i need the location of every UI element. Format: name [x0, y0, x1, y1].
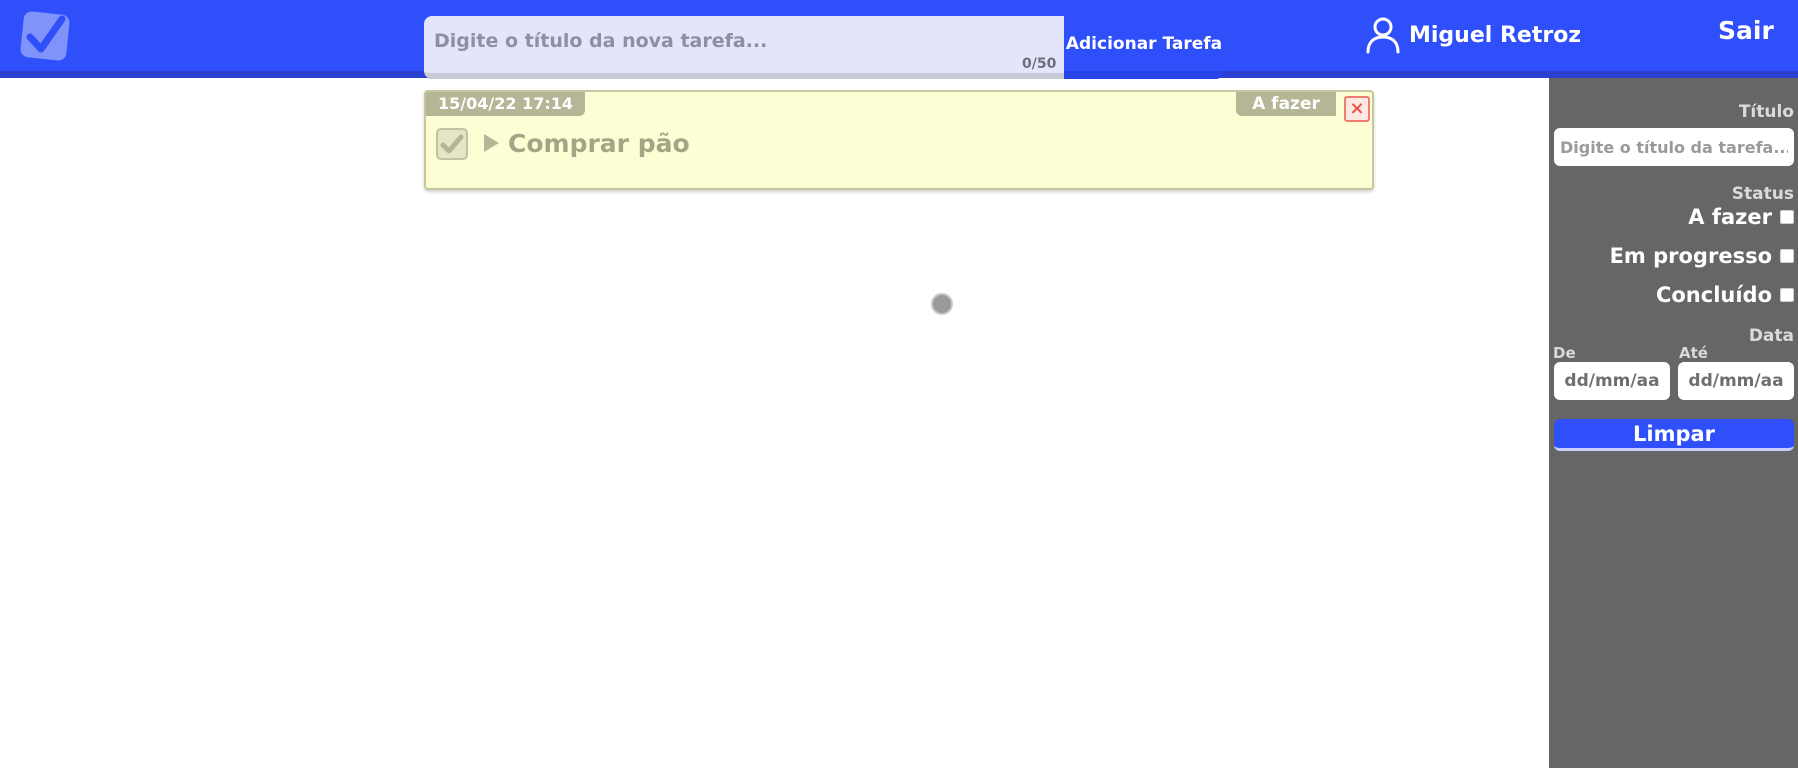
app-header: 0/50 Adicionar Tarefa Miguel Retroz Sair — [0, 0, 1798, 79]
status-checkbox[interactable] — [1780, 210, 1794, 224]
triangle-right-icon[interactable] — [484, 134, 499, 152]
checkmark-logo-icon[interactable] — [18, 9, 72, 63]
char-counter: 0/50 — [1022, 56, 1057, 72]
filter-status-label: Status — [1731, 184, 1794, 204]
add-task-button[interactable]: Adicionar Tarefa — [1064, 16, 1224, 71]
spinner-icon — [931, 293, 953, 315]
filter-date-label: Data — [1748, 326, 1794, 346]
task-complete-checkbox[interactable] — [436, 128, 468, 160]
date-from-input[interactable] — [1554, 362, 1670, 400]
new-task-form: 0/50 Adicionar Tarefa — [424, 16, 1224, 79]
status-option-label: Concluído — [1655, 283, 1772, 307]
new-task-input[interactable] — [424, 16, 1064, 79]
status-checkbox[interactable] — [1780, 249, 1794, 263]
status-option-done[interactable]: Concluído — [1656, 283, 1794, 307]
task-title: Comprar pão — [508, 129, 690, 158]
filter-title-input[interactable] — [1554, 128, 1794, 166]
user-icon — [1366, 17, 1400, 54]
date-from-label: De — [1553, 344, 1576, 362]
date-to-input[interactable] — [1678, 362, 1794, 400]
task-date: 15/04/22 17:14 — [426, 92, 585, 116]
task-status-badge[interactable]: A fazer — [1236, 92, 1336, 116]
status-option-label: Em progresso — [1609, 244, 1772, 268]
filter-title-label: Título — [1738, 102, 1794, 122]
date-to-label: Até — [1679, 344, 1708, 362]
status-checkbox[interactable] — [1780, 288, 1794, 302]
filter-sidebar: Título Status A fazer Em progresso Concl… — [1549, 78, 1798, 768]
task-card: 15/04/22 17:14 A fazer × Comprar pão — [424, 90, 1374, 190]
clear-filters-button[interactable]: Limpar — [1554, 419, 1794, 451]
user-menu[interactable]: Miguel Retroz — [1365, 16, 1581, 54]
logout-button[interactable]: Sair — [1718, 16, 1774, 45]
status-option-label: A fazer — [1688, 205, 1772, 229]
user-name: Miguel Retroz — [1409, 22, 1582, 48]
close-icon[interactable]: × — [1344, 96, 1370, 122]
status-option-in-progress[interactable]: Em progresso — [1610, 244, 1794, 268]
status-option-todo[interactable]: A fazer — [1688, 205, 1794, 229]
check-icon — [440, 134, 464, 154]
